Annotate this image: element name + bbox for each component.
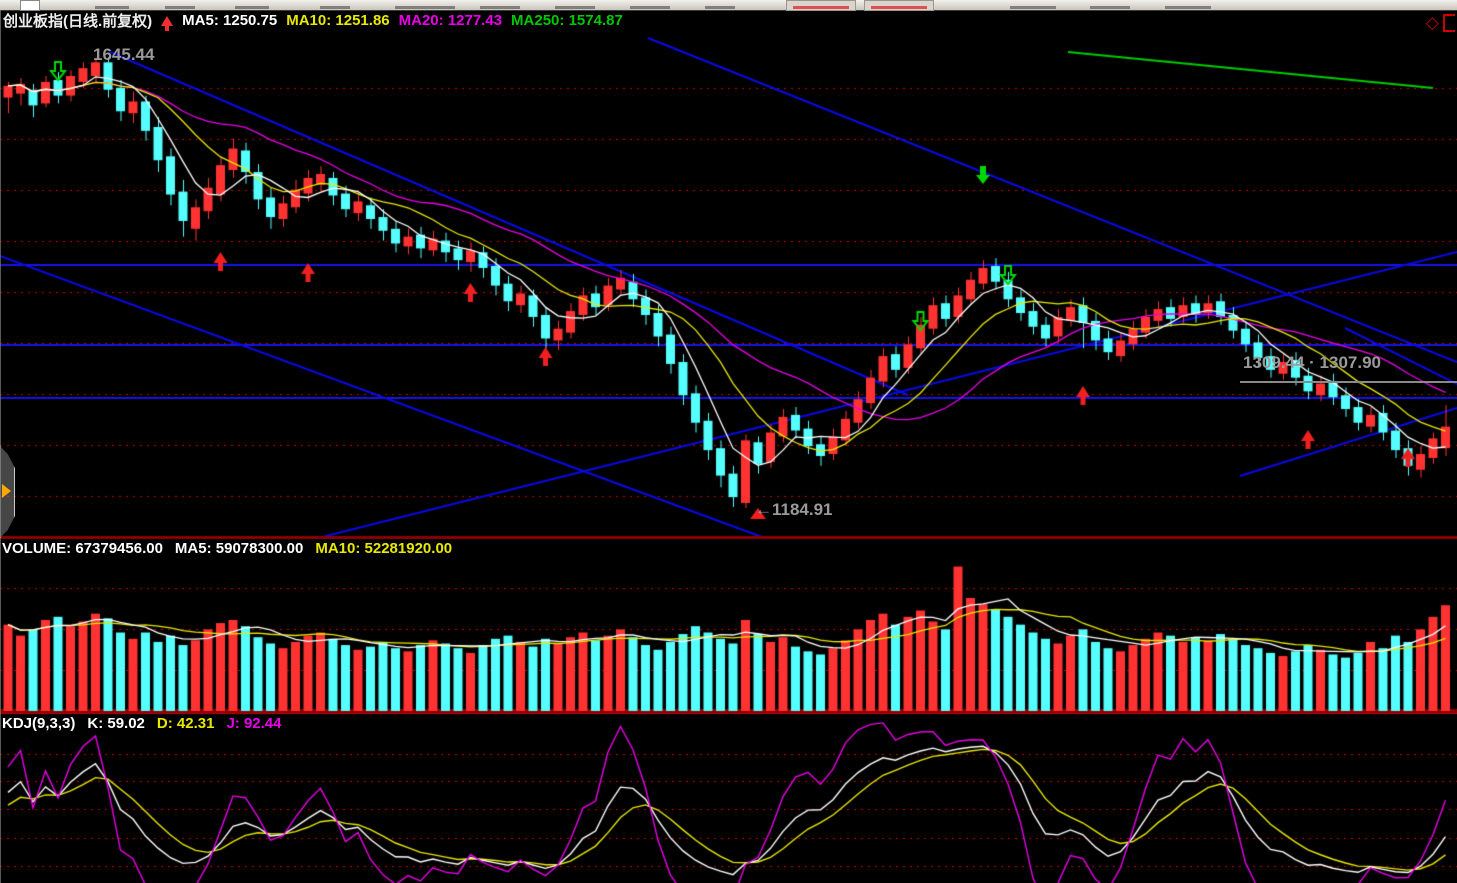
volume-ma10-value: MA10: 52281920.00 — [315, 540, 452, 557]
kdj-j-value: J: 92.44 — [226, 715, 281, 732]
ma20-readout: MA20: 1277.43 — [399, 12, 502, 29]
menu-button-red-1[interactable] — [786, 0, 856, 11]
gap-price-line — [1240, 381, 1457, 383]
menu-button-red-2[interactable] — [864, 0, 934, 11]
ma250-readout: MA250: 1574.87 — [511, 12, 623, 29]
up-trend-arrow-icon — [161, 16, 173, 26]
high-price-label: 1645.44 — [93, 45, 154, 65]
kdj-readout-bar: KDJ(9,3,3) K: 59.02 D: 42.31 J: 92.44 — [2, 715, 282, 732]
chart-title-bar: 创业板指(日线.前复权) MA5: 1250.75 MA10: 1251.86 … — [3, 11, 623, 30]
ma10-readout: MA10: 1251.86 — [286, 12, 389, 29]
volume-ma5-value: MA5: 59078300.00 — [175, 540, 303, 557]
kdj-k-value: K: 59.02 — [87, 715, 145, 732]
partial-box-icon[interactable] — [1443, 14, 1455, 32]
low-price-label: ←1184.91 — [755, 500, 833, 520]
ma5-readout: MA5: 1250.75 — [182, 12, 277, 29]
volume-value: VOLUME: 67379456.00 — [2, 540, 163, 557]
gap-price-label: 1309.44 · 1307.90 — [1243, 353, 1381, 373]
kdj-indicator-name: KDJ(9,3,3) — [2, 715, 75, 732]
chart-canvas[interactable] — [0, 0, 1457, 883]
expand-arrow-icon — [2, 484, 11, 498]
volume-readout-bar: VOLUME: 67379456.00 MA5: 59078300.00 MA1… — [2, 540, 452, 557]
diamond-icon[interactable]: ◇ — [1426, 13, 1439, 33]
menu-bar[interactable] — [0, 0, 1457, 11]
kdj-d-value: D: 42.31 — [157, 715, 215, 732]
symbol-title: 创业板指(日线.前复权) — [3, 10, 152, 31]
corner-tools[interactable]: ◇ — [1426, 13, 1455, 33]
trading-terminal: 创业板指(日线.前复权) MA5: 1250.75 MA10: 1251.86 … — [0, 0, 1457, 883]
